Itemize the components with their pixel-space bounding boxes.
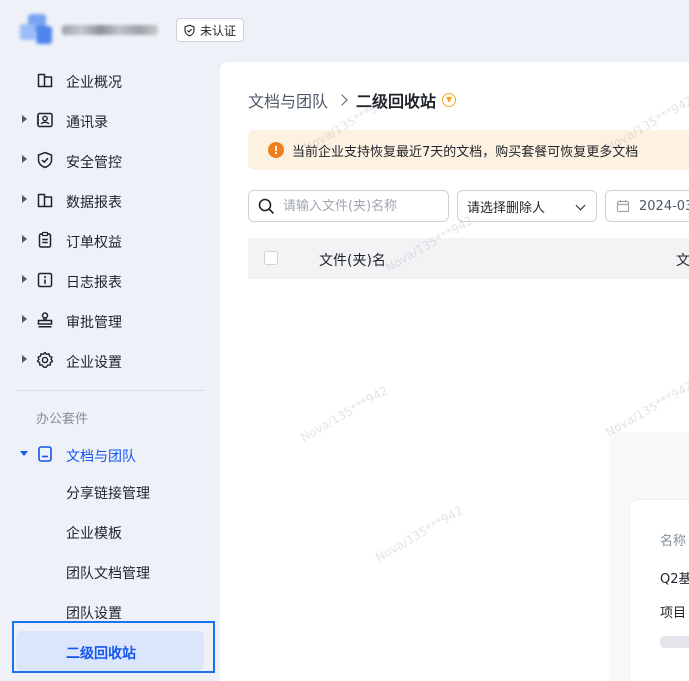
caret-right-icon	[22, 355, 27, 363]
sidebar-item-orders[interactable]: 订单权益	[0, 220, 220, 260]
clipboard-icon	[38, 231, 52, 248]
section-label-office-suite: 办公套件	[36, 412, 89, 427]
sidebar-item-logs[interactable]: 日志报表	[0, 260, 220, 300]
sidebar: 企业概况 通讯录 安全管控 数据报表 订单权益 日志报表 审批管理 企业设置 办…	[0, 58, 220, 681]
stamp-icon	[37, 312, 53, 328]
caret-right-icon	[22, 275, 27, 283]
shield-check-icon	[184, 24, 195, 36]
sidebar-item-overview[interactable]: 企业概况	[0, 60, 220, 100]
main-panel: 文档与团队 二级回收站 ▼ ! 当前企业支持恢复最近7天的文档，购买套餐可恢复更…	[220, 62, 689, 681]
sidebar-item-label: 通讯录	[66, 115, 108, 131]
sidebar-item-label: 日志报表	[66, 275, 122, 291]
caret-right-icon	[22, 315, 27, 323]
sidebar-item-approvals[interactable]: 审批管理	[0, 300, 220, 340]
caret-right-icon	[22, 155, 27, 163]
sidebar-item-label: 审批管理	[66, 315, 122, 331]
watermark: Nova/135***942	[298, 383, 391, 445]
deleter-select-value: 请选择删除人	[467, 200, 546, 216]
sidebar-item-label: 企业概况	[66, 75, 122, 91]
calendar-icon	[616, 200, 630, 213]
building-icon	[37, 193, 53, 208]
card-label-name: 名称	[660, 534, 687, 549]
sidebar-subitem-team-settings[interactable]: 团队设置	[0, 591, 220, 631]
caret-down-icon	[20, 451, 28, 456]
contacts-icon	[36, 112, 53, 128]
org-logo[interactable]	[20, 14, 54, 46]
sidebar-item-label: 企业设置	[66, 355, 122, 371]
chevron-right-icon	[336, 94, 348, 106]
select-all-checkbox[interactable]	[264, 251, 278, 265]
sidebar-subitem-share-links[interactable]: 分享链接管理	[0, 471, 220, 511]
caret-right-icon	[22, 115, 27, 123]
table-header: 文件(夹)名 文	[248, 238, 689, 279]
page-title: 二级回收站	[356, 92, 437, 111]
date-range-picker[interactable]: 2024-03	[605, 190, 689, 222]
shield-check-icon	[37, 151, 53, 169]
building-icon	[37, 73, 53, 88]
top-bar: 未认证	[0, 0, 689, 58]
breadcrumb-parent-link[interactable]: 文档与团队	[248, 88, 328, 112]
sidebar-subitem-label: 团队文档管理	[66, 566, 150, 582]
notice-banner: ! 当前企业支持恢复最近7天的文档，购买套餐可恢复更多文档	[248, 130, 689, 170]
date-value: 2024-03	[639, 198, 689, 214]
caret-right-icon	[22, 195, 27, 203]
column-header-next[interactable]: 文	[676, 250, 689, 270]
chevron-down-icon	[575, 200, 586, 211]
sidebar-item-security[interactable]: 安全管控	[0, 140, 220, 180]
column-header-name[interactable]: 文件(夹)名	[319, 250, 386, 270]
deleter-select[interactable]: 请选择删除人	[457, 190, 597, 222]
verification-badge[interactable]: 未认证	[176, 18, 245, 42]
preview-card: 名称 Q2基 项目	[630, 500, 689, 681]
watermark: Nova/135***942	[373, 503, 466, 565]
notice-text: 当前企业支持恢复最近7天的文档，购买套餐可恢复更多文档	[292, 144, 639, 160]
sidebar-subitem-label: 分享链接管理	[66, 486, 150, 502]
sidebar-divider	[16, 390, 204, 391]
sidebar-item-label: 数据报表	[66, 195, 122, 211]
document-icon	[38, 446, 52, 462]
sidebar-subitem-team-docs[interactable]: 团队文档管理	[0, 551, 220, 591]
badge-label: 未认证	[200, 23, 237, 38]
sidebar-item-data-reports[interactable]: 数据报表	[0, 180, 220, 220]
sidebar-item-label: 订单权益	[66, 235, 122, 251]
warning-icon: !	[268, 142, 284, 158]
caret-right-icon	[22, 235, 27, 243]
card-placeholder-bar	[660, 636, 689, 648]
watermark: Nova/135***942	[603, 378, 689, 440]
gear-icon	[36, 351, 54, 368]
sidebar-item-label: 安全管控	[66, 155, 122, 171]
sidebar-item-label: 文档与团队	[66, 449, 136, 465]
search-icon	[258, 198, 274, 214]
sidebar-item-contacts[interactable]: 通讯录	[0, 100, 220, 140]
sidebar-subitem-recycle-bin[interactable]: 二级回收站	[16, 631, 204, 671]
sidebar-subitem-label: 团队设置	[66, 606, 122, 622]
search-input[interactable]	[283, 198, 443, 214]
card-value-1: Q2基	[660, 572, 689, 587]
sidebar-subitem-templates[interactable]: 企业模板	[0, 511, 220, 551]
premium-crown-icon[interactable]: ▼	[442, 93, 457, 107]
sidebar-item-docs-teams[interactable]: 文档与团队	[0, 434, 220, 474]
sidebar-subitem-label: 二级回收站	[66, 646, 136, 662]
sidebar-subitem-label: 企业模板	[66, 526, 122, 542]
sidebar-item-settings[interactable]: 企业设置	[0, 340, 220, 380]
card-value-2: 项目	[660, 606, 687, 621]
search-box[interactable]	[248, 190, 449, 222]
org-name-blurred	[62, 25, 158, 35]
info-box-icon	[37, 272, 53, 288]
breadcrumb: 文档与团队 二级回收站 ▼	[248, 88, 457, 112]
